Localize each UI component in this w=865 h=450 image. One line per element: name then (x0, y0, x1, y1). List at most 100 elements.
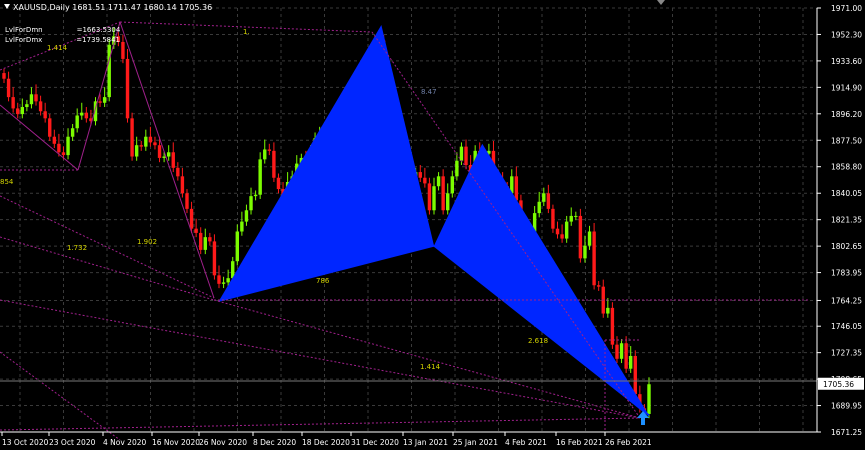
indicator-dmn: LvlForDmn = 1663.5304 (5, 26, 121, 34)
y-tick-label: 1727.35 (831, 349, 862, 358)
bull-candle (619, 343, 624, 359)
y-tick-label: 1671.25 (831, 428, 862, 437)
bear-candle (272, 150, 276, 178)
bear-candle (194, 228, 198, 233)
x-tick-label: 4 Feb 2021 (505, 438, 547, 447)
bull-candle (70, 128, 75, 137)
bear-candle (555, 228, 560, 235)
bull-candle (240, 221, 244, 232)
bull-candle (102, 97, 107, 103)
bear-candle (171, 152, 175, 168)
bear-candle (208, 237, 212, 242)
bull-candle (263, 149, 267, 160)
bear-candle (139, 145, 143, 147)
x-tick-label: 26 Feb 2021 (605, 438, 652, 447)
bull-candle (606, 307, 610, 314)
bear-candle (121, 41, 125, 59)
bear-candle (185, 193, 189, 209)
ratio-label: 1. (243, 28, 250, 36)
bear-candle (130, 118, 134, 157)
bear-candle (157, 145, 162, 158)
bull-candle (20, 107, 24, 115)
bull-candle (25, 104, 29, 108)
bear-candle (276, 177, 281, 190)
bull-candle (647, 384, 651, 414)
bull-candle (436, 176, 441, 187)
x-tick-label: 31 Dec 2020 (351, 438, 399, 447)
y-tick-label: 1914.90 (831, 83, 862, 92)
bull-candle (244, 210, 249, 222)
bull-candle (66, 136, 70, 156)
bear-candle (418, 172, 422, 178)
bear-candle (267, 149, 272, 151)
bull-candle (432, 186, 436, 211)
indicator-label: LvlForDmn (5, 26, 43, 34)
y-tick-label: 1858.80 (831, 163, 862, 172)
bear-candle (514, 176, 519, 201)
bear-candle (2, 73, 6, 79)
bear-candle (441, 176, 445, 211)
x-tick-label: 13 Oct 2020 (2, 438, 49, 447)
bear-candle (11, 97, 15, 109)
bear-candle (546, 193, 551, 209)
bear-candle (592, 231, 596, 286)
bear-candle (176, 167, 180, 177)
bear-candle (199, 232, 203, 250)
bear-candle (610, 307, 615, 345)
bull-candle (249, 196, 253, 211)
bear-candle (615, 344, 619, 359)
bull-candle (162, 156, 166, 158)
pattern-line (0, 351, 121, 441)
pattern-line (119, 21, 215, 299)
bear-candle (153, 142, 157, 146)
symbol-header[interactable]: XAUUSD,Daily 1681.51 1711.47 1680.14 170… (4, 3, 212, 13)
x-tick-label: 18 Dec 2020 (302, 438, 350, 447)
ratio-label: 786 (316, 277, 330, 285)
ratio-label: 1.414 (420, 363, 441, 371)
y-tick-label: 1764.25 (831, 296, 862, 305)
bull-candle (258, 159, 262, 195)
bull-candle (253, 194, 258, 197)
y-tick-label: 1783.95 (831, 269, 862, 278)
pattern-line (0, 417, 641, 431)
y-tick-label: 1877.50 (831, 136, 862, 145)
bear-candle (52, 136, 57, 144)
y-tick-label: 1821.35 (831, 216, 862, 225)
bear-candle (551, 208, 555, 229)
x-tick-label: 23 Oct 2020 (49, 438, 96, 447)
x-tick-label: 26 Nov 2020 (199, 438, 247, 447)
bull-candle (455, 160, 459, 177)
bear-candle (57, 143, 61, 153)
bull-candle (459, 146, 464, 161)
indicator-value: 1663.5304 (82, 26, 121, 34)
bear-candle (61, 152, 66, 156)
chart-window: 786 2.618 1.414 1.902 1.732 1.414 854 1. 8.47 197… (0, 0, 865, 450)
x-tick-label: 8 Dec 2020 (253, 438, 296, 447)
indicator-label: LvlForDmx (5, 36, 43, 44)
bull-candle (107, 44, 111, 98)
bear-candle (48, 118, 52, 137)
ratio-label: 854 (0, 178, 14, 186)
bear-candle (125, 58, 130, 119)
bear-candle (180, 176, 185, 194)
ratio-label: 2.618 (528, 337, 548, 345)
pattern-line (0, 195, 215, 299)
y-tick-label: 1802.65 (831, 242, 862, 251)
bull-candle (446, 193, 450, 211)
y-tick-label: 1746.05 (831, 322, 862, 331)
bear-candle (464, 146, 468, 166)
x-tick-label: 4 Nov 2020 (103, 438, 146, 447)
chart-shift-icon[interactable] (657, 0, 665, 5)
dropdown-triangle-icon[interactable] (4, 4, 10, 9)
bull-candle (75, 115, 79, 129)
price-chart[interactable]: 786 2.618 1.414 1.902 1.732 1.414 854 1. 8.47 197… (0, 0, 865, 450)
bear-candle (38, 101, 43, 112)
bull-candle (587, 231, 592, 246)
bear-candle (217, 275, 221, 284)
bear-candle (84, 112, 89, 119)
indicator-value: 1739.5841 (82, 36, 121, 44)
bull-candle (80, 112, 84, 116)
bull-candle (221, 282, 226, 284)
y-tick-label: 1896.20 (831, 110, 862, 119)
bull-candle (134, 145, 139, 157)
